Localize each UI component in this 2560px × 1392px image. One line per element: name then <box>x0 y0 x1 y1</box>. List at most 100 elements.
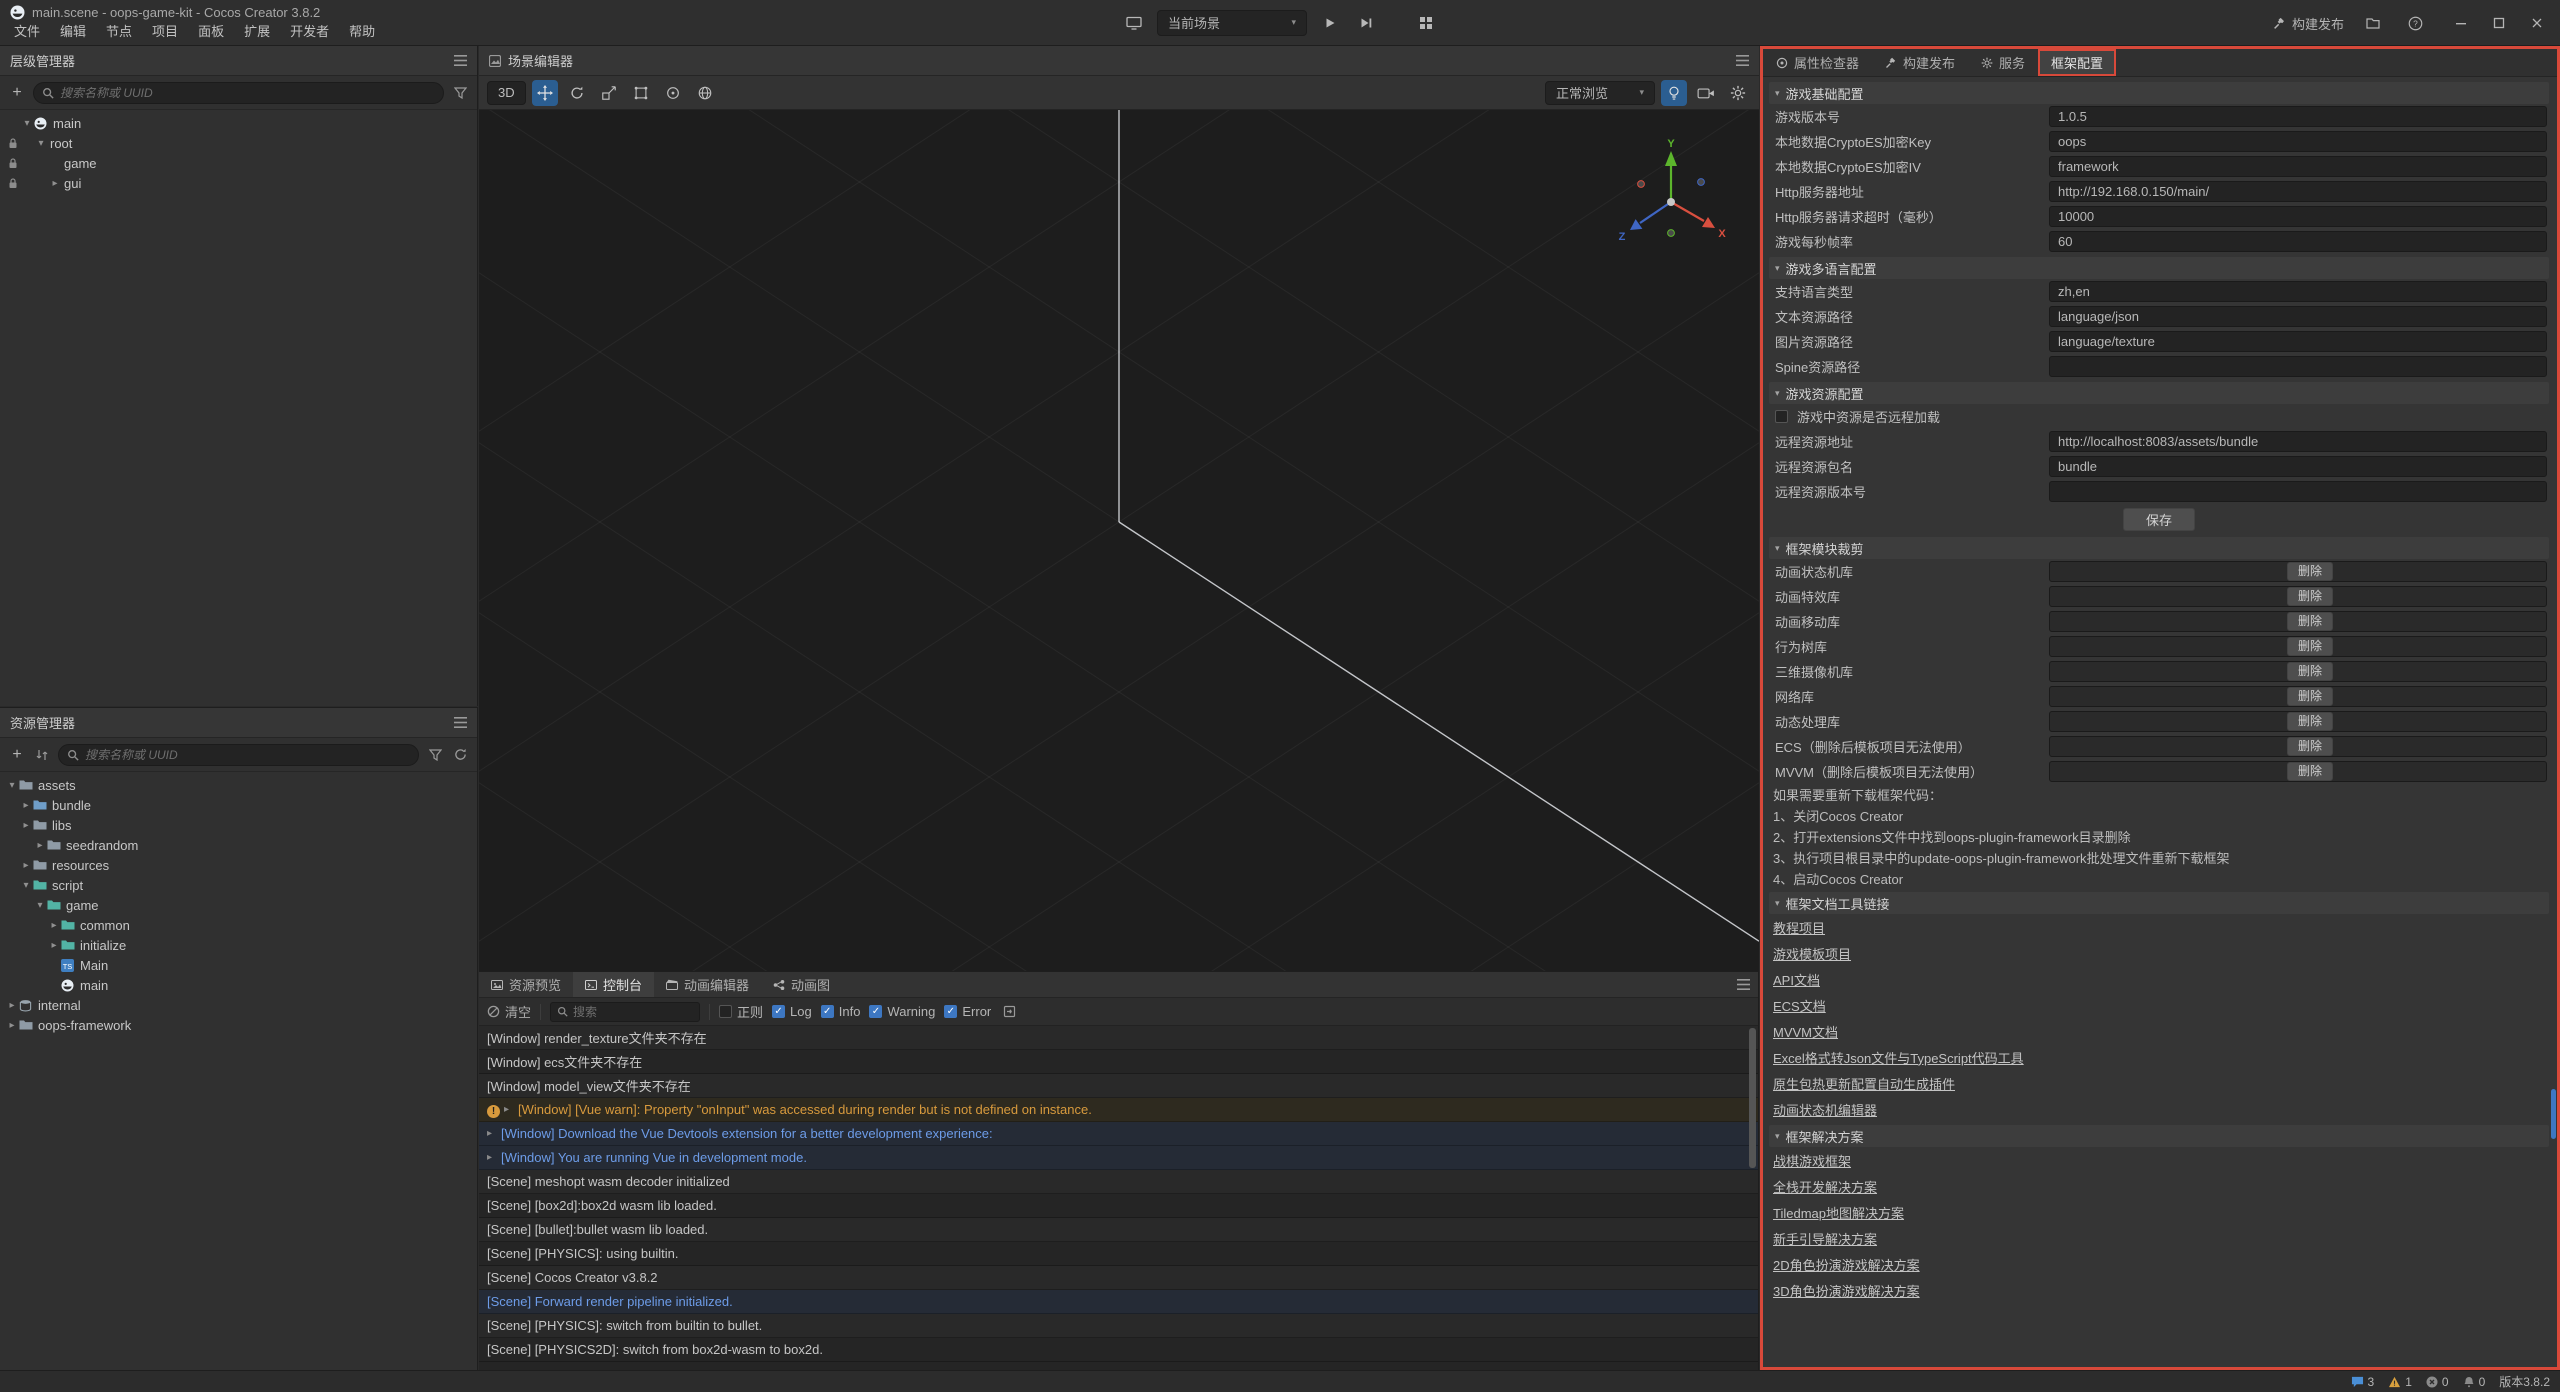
console-tab[interactable]: 控制台 <box>573 972 654 997</box>
expand-arrow-icon[interactable]: ▸ <box>47 920 61 931</box>
delete-button[interactable]: 删除 <box>2287 637 2333 656</box>
notice-count-badge[interactable]: 0 <box>2463 1375 2486 1389</box>
expand-arrow-icon[interactable]: ▸ <box>5 1020 19 1031</box>
minimize-button[interactable] <box>2444 8 2478 38</box>
close-button[interactable] <box>2520 8 2554 38</box>
doc-link[interactable]: 2D角色扮演游戏解决方案 <box>1773 1255 1920 1274</box>
play-button[interactable] <box>1317 10 1343 36</box>
assets-search-input[interactable] <box>85 748 410 762</box>
tree-row[interactable]: TSMain <box>0 955 477 975</box>
module-input[interactable]: 删除 <box>2049 561 2547 582</box>
property-input[interactable]: http://localhost:8083/assets/bundle <box>2049 431 2547 452</box>
module-input[interactable]: 删除 <box>2049 686 2547 707</box>
expand-arrow-icon[interactable]: ▸ <box>487 1128 501 1139</box>
menubar-item[interactable]: 开发者 <box>280 17 339 44</box>
property-input[interactable]: language/texture <box>2049 331 2547 352</box>
section-header[interactable]: ▾游戏基础配置 <box>1769 82 2549 104</box>
expand-arrow-icon[interactable]: ▸ <box>487 1152 501 1163</box>
tree-row[interactable]: ▸common <box>0 915 477 935</box>
section-header[interactable]: ▾游戏资源配置 <box>1769 382 2549 404</box>
tree-row[interactable]: main <box>0 975 477 995</box>
lock-icon[interactable] <box>5 158 20 169</box>
expand-arrow-icon[interactable]: ▸ <box>19 800 33 811</box>
module-input[interactable]: 删除 <box>2049 736 2547 757</box>
doc-link[interactable]: 动画状态机编辑器 <box>1773 1100 1877 1119</box>
collapse-arrow-icon[interactable]: ▾ <box>34 138 48 149</box>
inspector-scrollbar[interactable] <box>2551 1089 2556 1139</box>
step-button[interactable] <box>1353 10 1379 36</box>
menubar-item[interactable]: 项目 <box>142 17 188 44</box>
console-tab[interactable]: 动画编辑器 <box>654 972 761 997</box>
doc-link[interactable]: 原生包热更新配置自动生成插件 <box>1773 1074 1955 1093</box>
delete-button[interactable]: 删除 <box>2287 562 2333 581</box>
checkbox-icon[interactable] <box>719 1005 732 1018</box>
expand-arrow-icon[interactable]: ▸ <box>47 940 61 951</box>
tree-row[interactable]: ▸oops-framework <box>0 1015 477 1035</box>
maximize-button[interactable] <box>2482 8 2516 38</box>
expand-arrow-icon[interactable]: ▸ <box>19 860 33 871</box>
layout-grid-icon[interactable] <box>1413 10 1439 36</box>
help-icon[interactable]: ? <box>2402 10 2428 36</box>
log-row[interactable]: !▸[Window] [Vue warn]: Property "onInput… <box>479 1098 1758 1122</box>
assets-searchbox[interactable] <box>58 744 419 766</box>
property-input[interactable]: language/json <box>2049 306 2547 327</box>
property-input[interactable]: zh,en <box>2049 281 2547 302</box>
tree-row[interactable]: ▸resources <box>0 855 477 875</box>
property-input[interactable]: bundle <box>2049 456 2547 477</box>
error-count-badge[interactable]: 0 <box>2426 1375 2449 1389</box>
module-input[interactable]: 删除 <box>2049 586 2547 607</box>
pivot-tool-icon[interactable] <box>660 80 686 106</box>
lighting-toggle-icon[interactable] <box>1661 80 1687 106</box>
scene-select[interactable]: 当前场景 ▾ <box>1157 10 1307 36</box>
view-mode-select[interactable]: 正常浏览 ▾ <box>1545 81 1655 105</box>
doc-link[interactable]: API文档 <box>1773 970 1820 989</box>
delete-button[interactable]: 删除 <box>2287 612 2333 631</box>
inspector-tab[interactable]: 构建发布 <box>1872 49 1968 76</box>
doc-link[interactable]: 战棋游戏框架 <box>1773 1151 1851 1170</box>
panel-menu-icon[interactable] <box>454 717 467 728</box>
world-local-toggle-icon[interactable] <box>692 80 718 106</box>
expand-arrow-icon[interactable]: ▸ <box>5 1000 19 1011</box>
tree-row[interactable]: game <box>0 153 477 173</box>
console-scrollbar[interactable] <box>1749 1028 1756 1168</box>
doc-link[interactable]: 教程项目 <box>1773 918 1825 937</box>
console-tab[interactable]: 资源预览 <box>479 972 573 997</box>
console-searchbox[interactable] <box>550 1002 700 1022</box>
log-row[interactable]: [Window] render_texture文件夹不存在 <box>479 1026 1758 1050</box>
lock-icon[interactable] <box>5 178 20 189</box>
tree-row[interactable]: ▸gui <box>0 173 477 193</box>
clear-console-button[interactable]: 清空 <box>487 1002 531 1021</box>
preview-device-icon[interactable] <box>1121 10 1147 36</box>
log-row[interactable]: [Scene] [box2d]:box2d wasm lib loaded. <box>479 1194 1758 1218</box>
expand-arrow-icon[interactable]: ▸ <box>48 178 62 189</box>
export-log-icon[interactable] <box>1000 1005 1018 1018</box>
property-input[interactable]: oops <box>2049 131 2547 152</box>
inspector-tab[interactable]: 框架配置 <box>2038 49 2116 76</box>
module-input[interactable]: 删除 <box>2049 711 2547 732</box>
tree-row[interactable]: ▾main <box>0 113 477 133</box>
checkbox-icon[interactable]: ✓ <box>821 1005 834 1018</box>
module-input[interactable]: 删除 <box>2049 636 2547 657</box>
property-input[interactable]: http://192.168.0.150/main/ <box>2049 181 2547 202</box>
gear-icon[interactable] <box>1725 80 1751 106</box>
tree-row[interactable]: ▸internal <box>0 995 477 1015</box>
section-header[interactable]: ▾框架解决方案 <box>1769 1125 2549 1147</box>
panel-menu-icon[interactable] <box>1737 972 1758 997</box>
menubar-item[interactable]: 节点 <box>96 17 142 44</box>
delete-button[interactable]: 删除 <box>2287 687 2333 706</box>
property-input[interactable]: framework <box>2049 156 2547 177</box>
tree-row[interactable]: ▸initialize <box>0 935 477 955</box>
section-header[interactable]: ▾框架文档工具链接 <box>1769 892 2549 914</box>
regex-toggle[interactable]: 正则 <box>719 1002 763 1021</box>
delete-button[interactable]: 删除 <box>2287 662 2333 681</box>
delete-button[interactable]: 删除 <box>2287 762 2333 781</box>
expand-arrow-icon[interactable]: ▸ <box>504 1104 518 1115</box>
scale-tool-icon[interactable] <box>596 80 622 106</box>
collapse-arrow-icon[interactable]: ▾ <box>33 900 47 911</box>
menubar-item[interactable]: 扩展 <box>234 17 280 44</box>
log-row[interactable]: ▸[Window] Download the Vue Devtools exte… <box>479 1122 1758 1146</box>
rect-tool-icon[interactable] <box>628 80 654 106</box>
add-asset-button[interactable]: + <box>8 746 26 764</box>
checkbox-icon[interactable]: ✓ <box>772 1005 785 1018</box>
expand-arrow-icon[interactable]: ▸ <box>19 820 33 831</box>
